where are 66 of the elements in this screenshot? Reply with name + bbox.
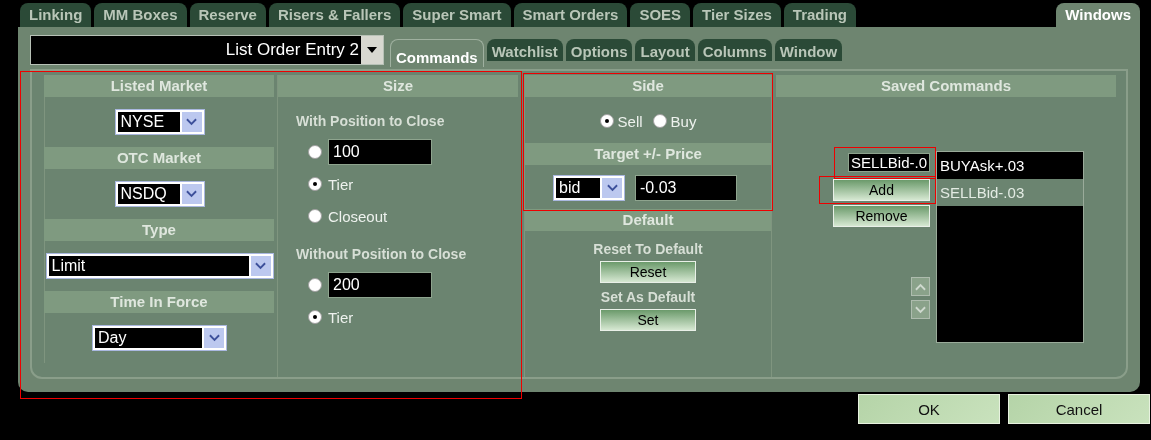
radio-button[interactable] [599, 114, 614, 128]
tab[interactable]: Watchlist [486, 39, 563, 61]
radio-button[interactable] [308, 209, 322, 223]
group-label: Set As Default [600, 289, 696, 305]
option-label: Sell [617, 112, 643, 130]
button[interactable]: Reset [600, 261, 696, 283]
input-field[interactable]: -0.03 [635, 175, 737, 201]
tab[interactable]: Tier Sizes [693, 3, 781, 27]
triangle-down-icon [367, 47, 377, 53]
section-header: Size [278, 75, 518, 97]
section-header: OTC Market [44, 147, 274, 169]
option-label: Buy [670, 112, 697, 130]
radio-button[interactable] [308, 310, 322, 324]
tab[interactable]: Risers & Fallers [268, 3, 401, 27]
button[interactable]: Add [833, 179, 930, 201]
section-header: Type [44, 219, 274, 241]
dropdown[interactable]: Limit [45, 253, 274, 279]
dropdown[interactable]: NYSE [114, 109, 205, 135]
button[interactable]: OK [858, 394, 1000, 424]
chevron-down-icon [186, 118, 197, 126]
tab[interactable]: Options [565, 39, 633, 61]
dropdown[interactable]: NSDQ [114, 181, 205, 207]
radio-button[interactable] [308, 145, 322, 159]
tab[interactable]: Trading [783, 3, 856, 27]
list-item[interactable]: BUYAsk+.03 [937, 152, 1083, 179]
dropdown[interactable]: Day [92, 325, 227, 351]
button[interactable]: Set [600, 309, 696, 331]
chevron-down-icon [186, 190, 197, 198]
chevron-down-icon [915, 305, 926, 314]
group-label: With Position to Close [296, 113, 446, 129]
option-label: Tier [328, 175, 354, 193]
input-field[interactable]: SELLBid-.0 [848, 153, 930, 172]
tab[interactable]: SOES [630, 3, 691, 27]
tab[interactable]: Super Smart [403, 3, 511, 27]
input-field[interactable]: 200 [328, 272, 432, 298]
section-header: Default [525, 209, 771, 231]
section-header: Time In Force [44, 291, 274, 313]
dropdown[interactable]: bid [553, 175, 625, 201]
tab[interactable]: Commands [390, 39, 484, 67]
group-label: Without Position to Close [296, 246, 468, 262]
tab[interactable]: Columns [697, 39, 772, 61]
button[interactable]: Remove [833, 205, 930, 227]
input-field[interactable]: 100 [328, 139, 432, 165]
chevron-up-icon [915, 282, 926, 291]
tab[interactable]: Window [774, 39, 843, 61]
chevron-down-icon [255, 262, 266, 270]
chevron-down-icon [208, 334, 220, 342]
window-dropdown[interactable]: List Order Entry 2 [30, 35, 384, 65]
section-header: Listed Market [44, 75, 274, 97]
tab[interactable]: Smart Orders [513, 3, 628, 27]
tab[interactable]: Layout [635, 39, 695, 61]
section-header: Side [525, 75, 771, 97]
button[interactable]: Cancel [1008, 394, 1150, 424]
tab[interactable]: Windows [1056, 3, 1140, 27]
section-header: Target +/- Price [525, 143, 771, 165]
tab[interactable]: MM Boxes [94, 3, 187, 27]
option-label: Tier [328, 308, 354, 326]
tab[interactable]: Reserve [189, 3, 266, 27]
chevron-down-icon [606, 184, 618, 192]
option-label: Closeout [328, 207, 388, 225]
section-header: Saved Commands [776, 75, 1116, 97]
group-label: Reset To Default [593, 241, 703, 257]
tab[interactable]: Linking [20, 3, 92, 27]
radio-button[interactable] [308, 177, 322, 191]
radio-button[interactable] [308, 278, 322, 292]
radio-button[interactable] [652, 114, 667, 128]
